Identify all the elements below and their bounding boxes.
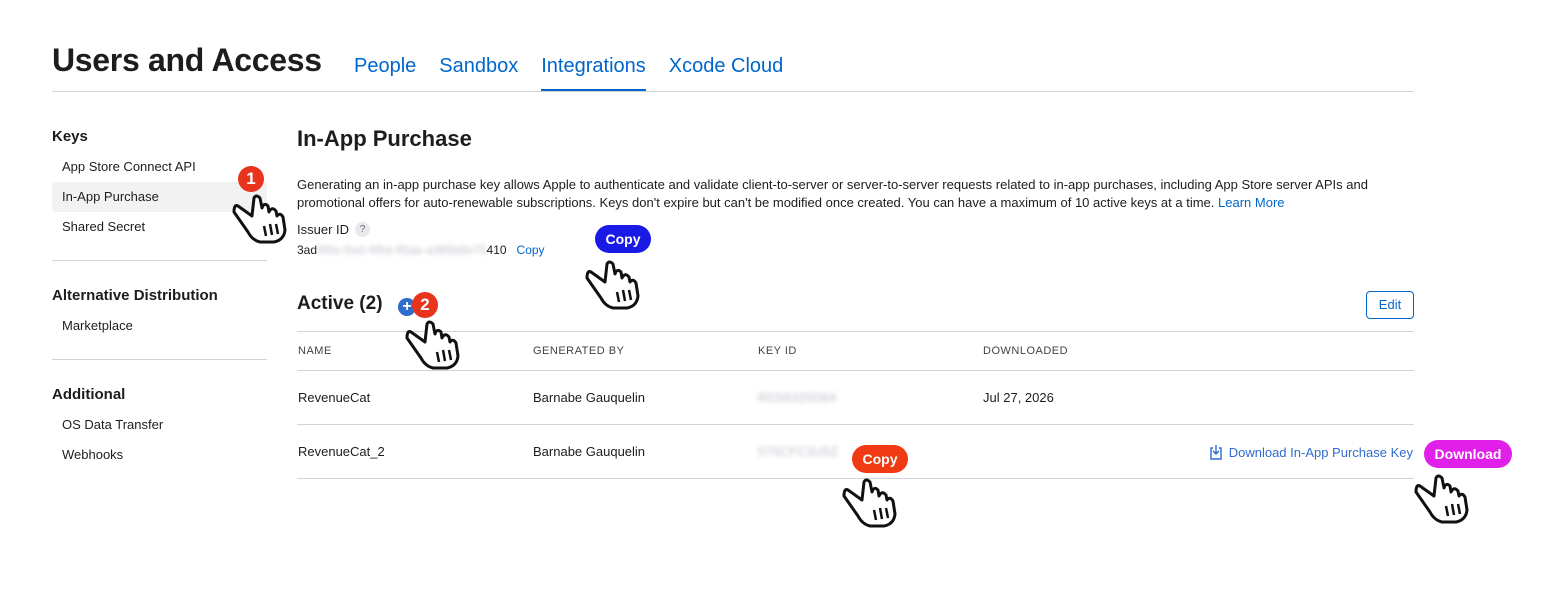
- sidebar-group-keys: Keys: [52, 128, 88, 145]
- download-icon: [1210, 444, 1222, 460]
- cell-name: RevenueCat_2: [297, 424, 532, 479]
- sidebar-divider: [52, 359, 267, 360]
- main-content: In-App Purchase Generating an in-app pur…: [297, 126, 1414, 479]
- sidebar-group-alternative-distribution: Alternative Distribution: [52, 287, 218, 304]
- issuer-id-suffix: 410: [486, 243, 507, 257]
- copy-issuer-id-link[interactable]: Copy: [517, 243, 545, 257]
- tab-integrations[interactable]: Integrations: [541, 55, 646, 91]
- copy-key-callout: Copy: [852, 445, 908, 473]
- column-header-generated-by[interactable]: GENERATED BY: [532, 331, 757, 371]
- issuer-id-label: Issuer ID: [297, 222, 350, 237]
- description: Generating an in-app purchase key allows…: [297, 176, 1407, 212]
- pointer-hand-icon: [232, 194, 287, 244]
- sidebar-item-os-data-transfer[interactable]: OS Data Transfer: [52, 410, 267, 440]
- column-header-key-id[interactable]: KEY ID: [757, 331, 982, 371]
- download-key-link[interactable]: Download In-App Purchase Key: [1110, 424, 1414, 479]
- active-keys-title: Active (2): [297, 293, 383, 314]
- tab-xcode-cloud[interactable]: Xcode Cloud: [669, 55, 784, 91]
- tab-bar: People Sandbox Integrations Xcode Cloud: [354, 55, 806, 91]
- table-row: RevenueCat Barnabe Gauquelin R5S8325D84 …: [297, 370, 1414, 425]
- edit-button[interactable]: Edit: [1366, 291, 1414, 319]
- cell-downloaded: Jul 27, 2026: [982, 370, 1111, 425]
- page-title: Users and Access: [52, 42, 322, 78]
- pointer-hand-icon: [1414, 474, 1469, 524]
- page-header: Users and Access People Sandbox Integrat…: [52, 30, 1414, 92]
- pointer-hand-icon: [585, 260, 640, 310]
- cell-downloaded: [982, 424, 1111, 479]
- issuer-id-value-row: 3ad 5f0e-5ed-4f5d-95ae-a385b8e75 410 Copy: [297, 243, 1414, 257]
- cell-key-id[interactable]: R5S8325D84: [757, 370, 982, 425]
- issuer-id-label-row: Issuer ID ?: [297, 222, 1414, 237]
- sidebar-item-webhooks[interactable]: Webhooks: [52, 440, 267, 470]
- copy-issuer-callout: Copy: [595, 225, 651, 253]
- help-icon[interactable]: ?: [355, 222, 371, 237]
- issuer-id-redacted: 5f0e-5ed-4f5d-95ae-a385b8e75: [317, 243, 487, 257]
- cell-generated-by: Barnabe Gauquelin: [532, 424, 757, 479]
- sidebar-divider: [52, 260, 267, 261]
- download-key-label: Download In-App Purchase Key: [1228, 444, 1413, 460]
- tab-people[interactable]: People: [354, 55, 416, 91]
- pointer-hand-icon: [405, 320, 460, 370]
- column-header-downloaded[interactable]: DOWNLOADED: [982, 331, 1111, 371]
- learn-more-link[interactable]: Learn More: [1218, 195, 1284, 210]
- issuer-id-prefix: 3ad: [297, 243, 318, 257]
- column-header-actions: [1110, 331, 1414, 371]
- cell-name: RevenueCat: [297, 370, 532, 425]
- description-text: Generating an in-app purchase key allows…: [297, 177, 1368, 210]
- sidebar-group-additional: Additional: [52, 386, 126, 403]
- tab-sandbox[interactable]: Sandbox: [439, 55, 518, 91]
- pointer-hand-icon: [842, 478, 897, 528]
- cell-action: [1110, 370, 1414, 425]
- cell-generated-by: Barnabe Gauquelin: [532, 370, 757, 425]
- sidebar-item-app-store-connect-api[interactable]: App Store Connect API: [52, 152, 267, 182]
- download-callout: Download: [1424, 440, 1512, 468]
- sidebar: Keys App Store Connect API In-App Purcha…: [52, 128, 267, 470]
- sidebar-item-marketplace[interactable]: Marketplace: [52, 311, 267, 341]
- section-title: In-App Purchase: [297, 126, 472, 151]
